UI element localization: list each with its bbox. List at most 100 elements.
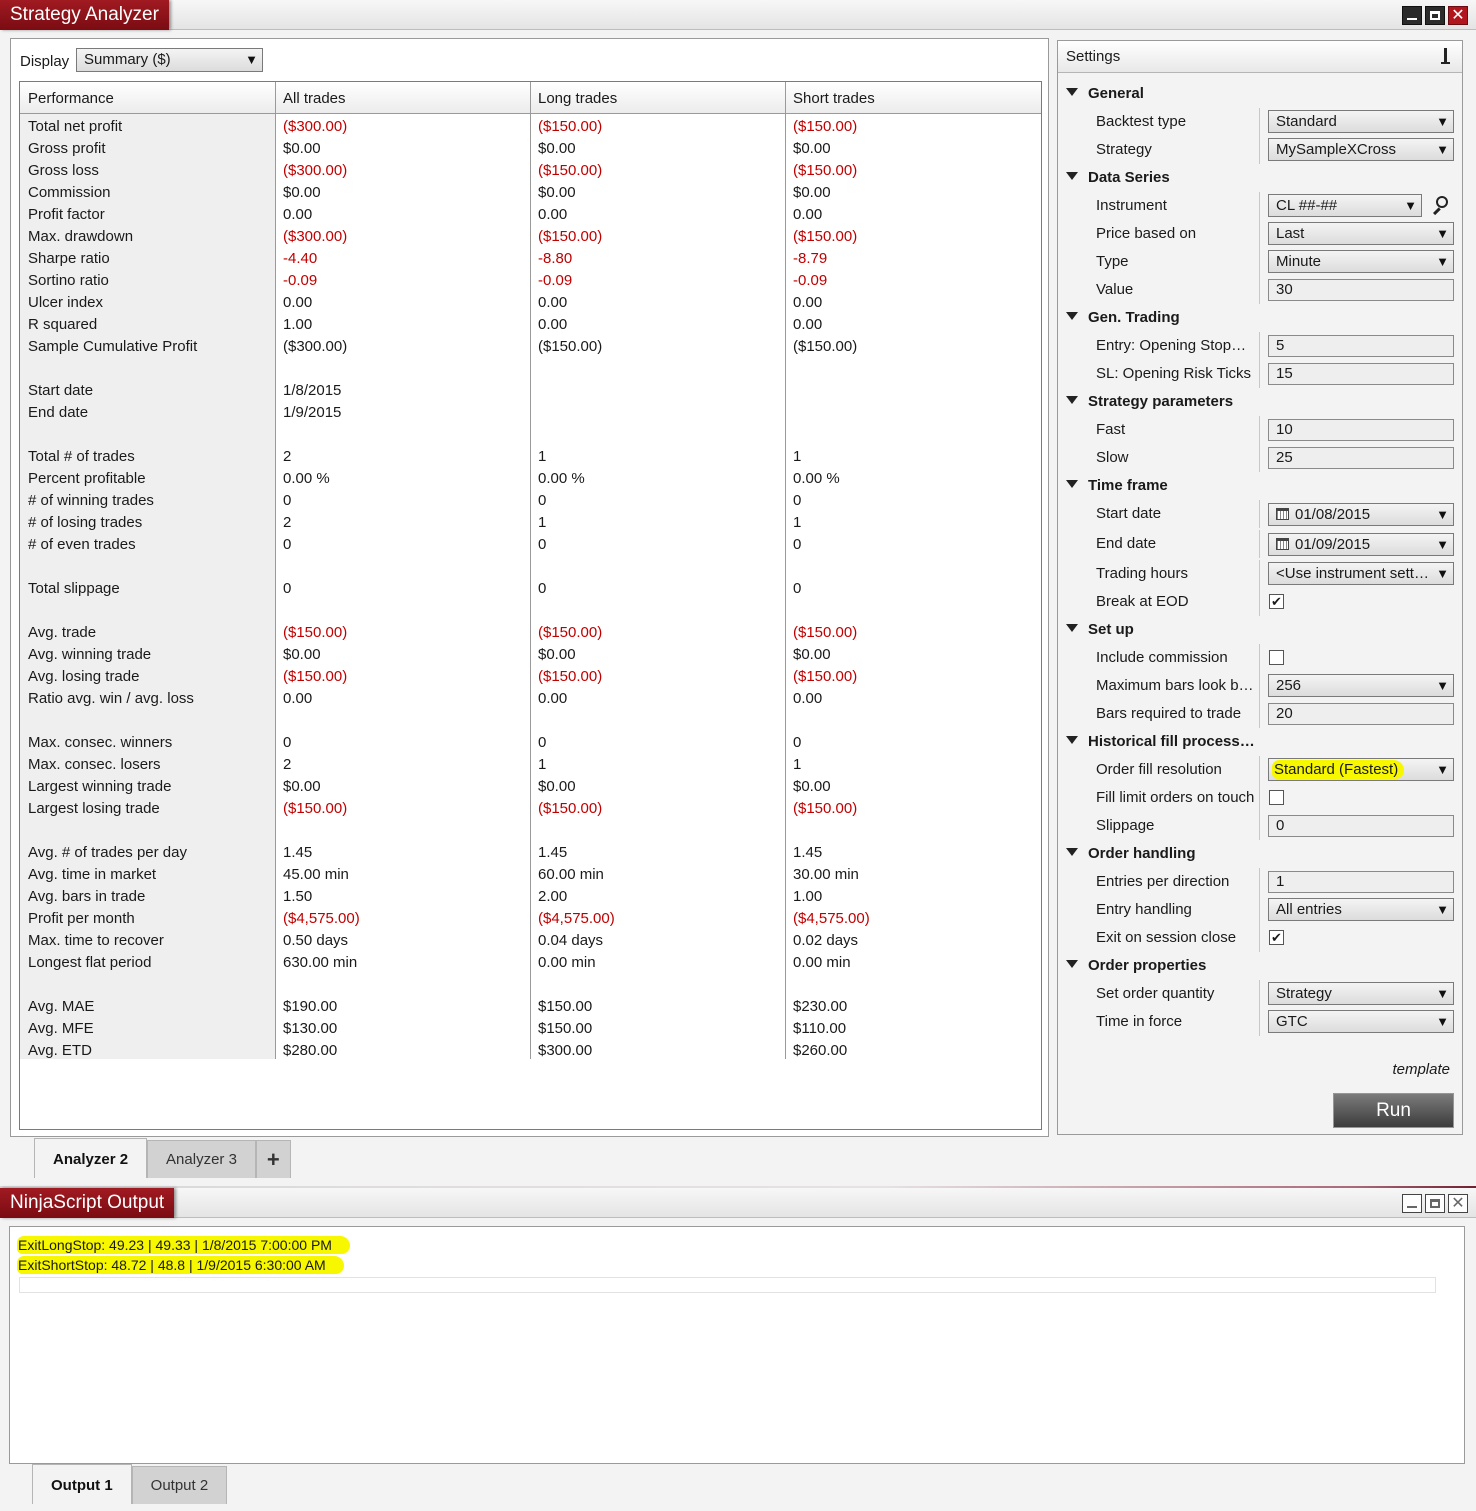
table-row[interactable]: Avg. trade ($150.00) ($150.00) ($150.00) bbox=[20, 622, 1041, 644]
setting-checkbox[interactable]: ✔ bbox=[1269, 930, 1284, 945]
setting-input[interactable]: 15 bbox=[1268, 363, 1454, 385]
table-row[interactable]: Gross loss ($300.00) ($150.00) ($150.00) bbox=[20, 160, 1041, 182]
table-row[interactable]: Sharpe ratio -4.40 -8.80 -8.79 bbox=[20, 248, 1041, 270]
table-row[interactable]: Max. drawdown ($300.00) ($150.00) ($150.00) bbox=[20, 226, 1041, 248]
setting-input[interactable]: 20 bbox=[1268, 703, 1454, 725]
setting-select[interactable]: <Use instrument sett… ▼ bbox=[1268, 562, 1454, 585]
table-row[interactable]: # of winning trades 0 0 0 bbox=[20, 490, 1041, 512]
setting-input[interactable]: 25 bbox=[1268, 447, 1454, 469]
column-header-long-trades[interactable]: Long trades bbox=[530, 82, 617, 114]
category-gen-trading[interactable]: Gen. Trading bbox=[1066, 307, 1180, 329]
add-tab-button[interactable]: + bbox=[255, 1140, 291, 1178]
collapse-triangle-icon[interactable] bbox=[1066, 960, 1078, 968]
title-bar[interactable]: Strategy Analyzer ✕ bbox=[0, 0, 1476, 30]
table-row[interactable]: Max. time to recover 0.50 days 0.04 days 0.… bbox=[20, 930, 1041, 952]
instrument-select[interactable]: CL ##-## ▼ bbox=[1268, 194, 1422, 217]
collapse-triangle-icon[interactable] bbox=[1066, 396, 1078, 404]
tab-analyzer-3[interactable]: Analyzer 3 bbox=[147, 1140, 256, 1178]
table-row[interactable]: Avg. winning trade $0.00 $0.00 $0.00 bbox=[20, 644, 1041, 666]
setting-select[interactable]: Minute ▼ bbox=[1268, 250, 1454, 273]
table-row[interactable]: Largest losing trade ($150.00) ($150.00) ($… bbox=[20, 798, 1041, 820]
setting-select[interactable]: Standard (Fastest) ▼ bbox=[1268, 758, 1454, 781]
table-row[interactable]: End date 1/9/2015 bbox=[20, 402, 1041, 424]
table-row[interactable]: Avg. ETD $280.00 $300.00 $260.00 bbox=[20, 1040, 1041, 1062]
table-row[interactable]: # of even trades 0 0 0 bbox=[20, 534, 1041, 556]
setting-select[interactable]: Last ▼ bbox=[1268, 222, 1454, 245]
table-row[interactable]: Avg. MFE $130.00 $150.00 $110.00 bbox=[20, 1018, 1041, 1040]
collapse-triangle-icon[interactable] bbox=[1066, 88, 1078, 96]
setting-input[interactable]: 5 bbox=[1268, 335, 1454, 357]
template-link[interactable]: template bbox=[1392, 1061, 1450, 1078]
setting-input[interactable]: 1 bbox=[1268, 871, 1454, 893]
category-order-handling[interactable]: Order handling bbox=[1066, 843, 1196, 865]
display-select[interactable]: Summary ($) ▼ bbox=[76, 48, 263, 72]
title-bar[interactable]: NinjaScript Output ✕ bbox=[0, 1188, 1476, 1218]
table-row[interactable]: Gross profit $0.00 $0.00 $0.00 bbox=[20, 138, 1041, 160]
collapse-triangle-icon[interactable] bbox=[1066, 172, 1078, 180]
minimize-icon[interactable] bbox=[1402, 1194, 1422, 1213]
column-header-short-trades[interactable]: Short trades bbox=[785, 82, 875, 114]
table-row[interactable]: Avg. losing trade ($150.00) ($150.00) ($150… bbox=[20, 666, 1041, 688]
collapse-triangle-icon[interactable] bbox=[1066, 312, 1078, 320]
table-row[interactable]: Total slippage 0 0 0 bbox=[20, 578, 1041, 600]
table-row[interactable]: Sortino ratio -0.09 -0.09 -0.09 bbox=[20, 270, 1041, 292]
table-row[interactable] bbox=[20, 556, 1041, 578]
table-row[interactable] bbox=[20, 974, 1041, 996]
run-button[interactable]: Run bbox=[1333, 1093, 1454, 1128]
output-text-area[interactable]: ExitLongStop: 49.23 | 49.33 | 1/8/2015 7… bbox=[9, 1226, 1465, 1464]
table-row[interactable]: Ulcer index 0.00 0.00 0.00 bbox=[20, 292, 1041, 314]
table-row[interactable]: Avg. # of trades per day 1.45 1.45 1.45 bbox=[20, 842, 1041, 864]
table-row[interactable]: Max. consec. winners 0 0 0 bbox=[20, 732, 1041, 754]
tab-analyzer-2[interactable]: Analyzer 2 bbox=[34, 1138, 148, 1178]
collapse-triangle-icon[interactable] bbox=[1066, 736, 1078, 744]
column-header-performance[interactable]: Performance bbox=[20, 82, 114, 114]
setting-input[interactable]: 30 bbox=[1268, 279, 1454, 301]
table-row[interactable]: Avg. MAE $190.00 $150.00 $230.00 bbox=[20, 996, 1041, 1018]
pin-icon[interactable] bbox=[1441, 48, 1450, 64]
table-row[interactable] bbox=[20, 820, 1041, 842]
category-time-frame[interactable]: Time frame bbox=[1066, 475, 1168, 497]
setting-input[interactable]: 0 bbox=[1268, 815, 1454, 837]
category-strategy-parameters[interactable]: Strategy parameters bbox=[1066, 391, 1233, 413]
table-row[interactable] bbox=[20, 424, 1041, 446]
output-input-line[interactable] bbox=[19, 1277, 1436, 1293]
setting-select[interactable]: MySampleXCross ▼ bbox=[1268, 138, 1454, 161]
table-row[interactable]: Profit per month ($4,575.00) ($4,575.00) ($… bbox=[20, 908, 1041, 930]
table-row[interactable]: # of losing trades 2 1 1 bbox=[20, 512, 1041, 534]
setting-checkbox[interactable] bbox=[1269, 790, 1284, 805]
table-row[interactable]: R squared 1.00 0.00 0.00 bbox=[20, 314, 1041, 336]
setting-select[interactable]: 256 ▼ bbox=[1268, 674, 1454, 697]
table-row[interactable]: Ratio avg. win / avg. loss 0.00 0.00 0.00 bbox=[20, 688, 1041, 710]
close-icon[interactable]: ✕ bbox=[1448, 6, 1468, 25]
table-row[interactable]: Start date 1/8/2015 bbox=[20, 380, 1041, 402]
table-row[interactable]: Total # of trades 2 1 1 bbox=[20, 446, 1041, 468]
setting-input[interactable]: 10 bbox=[1268, 419, 1454, 441]
category-set-up[interactable]: Set up bbox=[1066, 619, 1134, 641]
table-row[interactable]: Longest flat period 630.00 min 0.00 min 0.0… bbox=[20, 952, 1041, 974]
category-general[interactable]: General bbox=[1066, 83, 1144, 105]
search-icon[interactable] bbox=[1432, 196, 1448, 216]
collapse-triangle-icon[interactable] bbox=[1066, 624, 1078, 632]
setting-select[interactable]: Strategy ▼ bbox=[1268, 982, 1454, 1005]
setting-select[interactable]: Standard ▼ bbox=[1268, 110, 1454, 133]
table-row[interactable]: Max. consec. losers 2 1 1 bbox=[20, 754, 1041, 776]
collapse-triangle-icon[interactable] bbox=[1066, 480, 1078, 488]
collapse-triangle-icon[interactable] bbox=[1066, 848, 1078, 856]
category-historical-fill-process[interactable]: Historical fill process… bbox=[1066, 731, 1255, 753]
column-header-all-trades[interactable]: All trades bbox=[275, 82, 346, 114]
minimize-icon[interactable] bbox=[1402, 6, 1422, 25]
table-row[interactable] bbox=[20, 358, 1041, 380]
tab-output-1[interactable]: Output 1 bbox=[32, 1464, 132, 1504]
maximize-icon[interactable] bbox=[1425, 1194, 1445, 1213]
category-order-properties[interactable]: Order properties bbox=[1066, 955, 1206, 977]
table-row[interactable]: Total net profit ($300.00) ($150.00) ($150.… bbox=[20, 116, 1041, 138]
setting-checkbox[interactable] bbox=[1269, 650, 1284, 665]
category-data-series[interactable]: Data Series bbox=[1066, 167, 1170, 189]
date-picker[interactable]: 01/09/2015 ▼ bbox=[1268, 533, 1454, 556]
table-row[interactable]: Commission $0.00 $0.00 $0.00 bbox=[20, 182, 1041, 204]
table-row[interactable] bbox=[20, 600, 1041, 622]
setting-select[interactable]: GTC ▼ bbox=[1268, 1010, 1454, 1033]
table-row[interactable]: Profit factor 0.00 0.00 0.00 bbox=[20, 204, 1041, 226]
tab-output-2[interactable]: Output 2 bbox=[131, 1466, 228, 1504]
table-row[interactable]: Avg. time in market 45.00 min 60.00 min 30.… bbox=[20, 864, 1041, 886]
